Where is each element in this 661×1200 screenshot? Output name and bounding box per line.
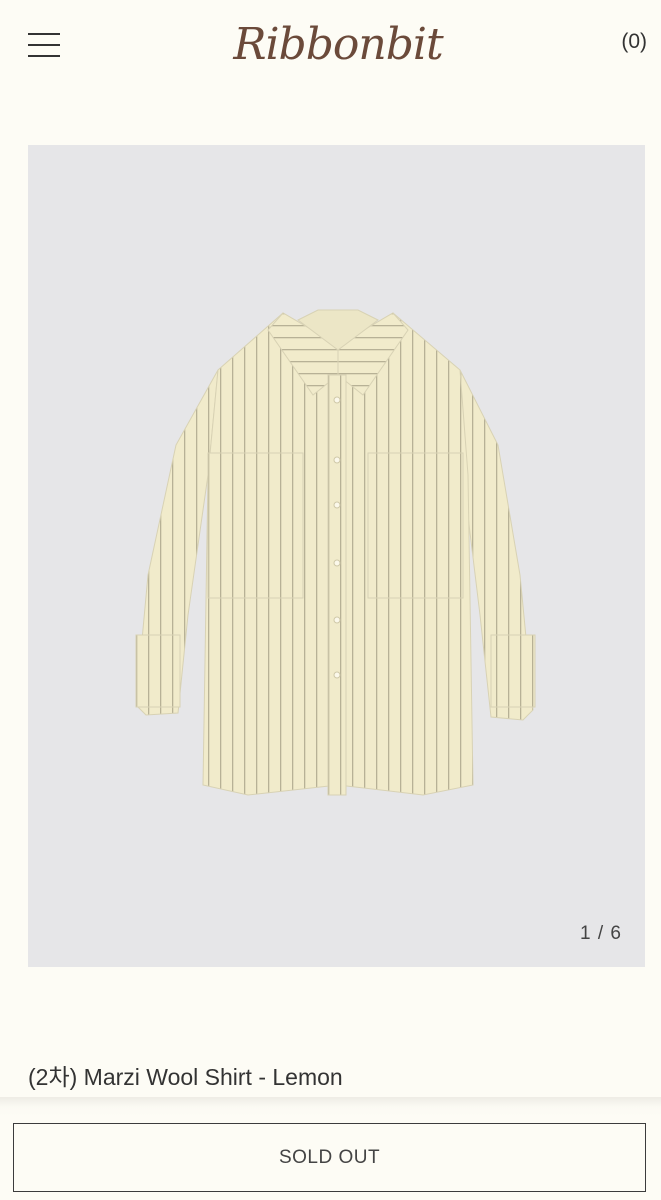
cart-count-link[interactable]: (0) [621, 30, 647, 54]
menu-line [28, 55, 60, 57]
product-image-gallery[interactable]: 1 / 6 [28, 145, 645, 967]
menu-line [28, 44, 60, 46]
product-image-shirt [135, 309, 536, 796]
image-counter: 1 / 6 [580, 923, 622, 944]
product-page: Ribbonbit (0) 1 / 6 (2차) Marzi Wool Shir… [0, 0, 661, 1200]
brand-logo[interactable]: Ribbonbit [228, 10, 448, 80]
product-title: (2차) Marzi Wool Shirt - Lemon [28, 1064, 343, 1090]
site-header: Ribbonbit (0) [0, 0, 661, 100]
menu-line [28, 33, 60, 35]
hamburger-menu-icon[interactable] [26, 30, 62, 60]
sold-out-button[interactable]: SOLD OUT [13, 1123, 646, 1192]
